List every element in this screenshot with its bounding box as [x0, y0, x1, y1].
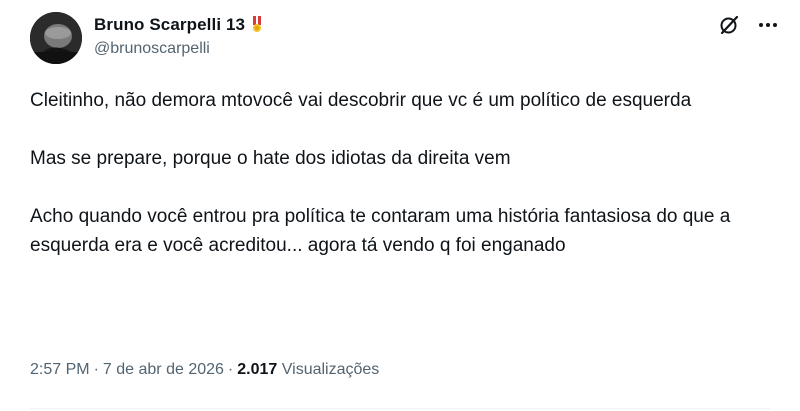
tweet-paragraph: Acho quando você entrou pra política te …: [30, 206, 731, 256]
name-row: Bruno Scarpelli 13: [94, 14, 264, 36]
views-label[interactable]: Visualizações: [282, 361, 380, 378]
tweet-paragraph: Cleitinho, não demora mtovocê vai descob…: [30, 90, 692, 111]
grok-icon[interactable]: [718, 14, 740, 36]
tweet-date[interactable]: 7 de abr de 2026: [103, 361, 224, 378]
more-icon[interactable]: [758, 15, 778, 35]
tweet-text: Cleitinho, não demora mtovocê vai descob…: [30, 86, 770, 260]
tweet-time[interactable]: 2:57 PM: [30, 361, 90, 378]
avatar[interactable]: [30, 12, 82, 64]
meta-separator: ·: [227, 361, 234, 378]
tweet: Bruno Scarpelli 13 @brunoscarpelli Cleit…: [0, 0, 800, 411]
divider: [30, 408, 770, 409]
tweet-paragraph: Mas se prepare, porque o hate dos idiota…: [30, 148, 511, 169]
affiliation-badge-icon: [251, 16, 264, 34]
top-actions: [718, 14, 778, 36]
meta-separator: ·: [93, 361, 99, 378]
tweet-meta: 2:57 PM · 7 de abr de 2026 · 2.017 Visualiza…: [30, 361, 379, 379]
author-block: Bruno Scarpelli 13 @brunoscarpelli: [94, 14, 264, 58]
user-handle[interactable]: @brunoscarpelli: [94, 40, 263, 58]
views-count[interactable]: 2.017: [237, 361, 277, 378]
display-name[interactable]: Bruno Scarpelli 13: [94, 15, 245, 35]
